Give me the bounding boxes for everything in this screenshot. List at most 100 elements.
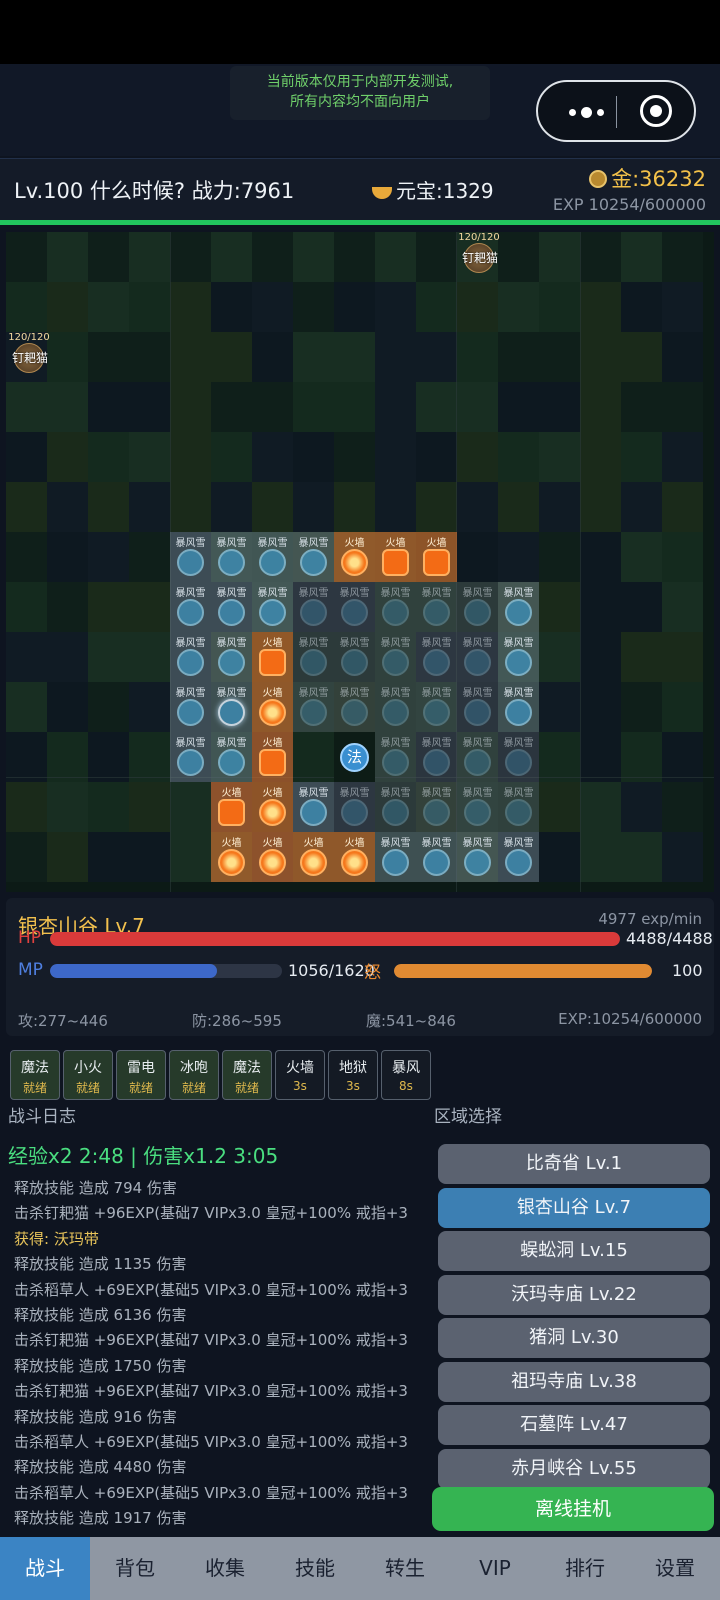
skill-name: 魔法: [21, 1060, 49, 1076]
tab-item[interactable]: 设置: [630, 1537, 720, 1600]
skill-slot[interactable]: 地狱 3s: [328, 1050, 378, 1100]
zone-button[interactable]: 蜈蚣洞 Lv.15: [438, 1231, 710, 1271]
skill-slot[interactable]: 火墙 3s: [275, 1050, 325, 1100]
enemy-unit[interactable]: 120/120 钉耙猫: [456, 232, 502, 273]
snowflake-icon: [464, 749, 491, 776]
snowflake-icon: [382, 799, 409, 826]
effect-label: 暴风雪: [503, 638, 534, 649]
grid-cell: [252, 482, 293, 532]
skill-status: 就绪: [75, 1081, 100, 1095]
zone-button[interactable]: 石墓阵 Lv.47: [438, 1405, 710, 1445]
grid-cell: [129, 732, 170, 782]
grid-cell: [539, 432, 580, 482]
effect-label: 暴风雪: [380, 638, 411, 649]
snowflake-icon: [218, 649, 245, 676]
blizzard-effect: 暴风雪: [252, 582, 293, 632]
skill-name: 雷电: [127, 1060, 155, 1076]
effect-label: 暴风雪: [462, 738, 493, 749]
snowflake-icon: [341, 699, 368, 726]
grid-cell: [457, 432, 498, 482]
zone-button[interactable]: 祖玛寺庙 Lv.38: [438, 1361, 710, 1402]
log-line: 释放技能 造成 916 伤害: [14, 1407, 177, 1426]
grid-cell: [539, 682, 580, 732]
snowflake-icon: [505, 799, 532, 826]
tab-item[interactable]: 转生: [360, 1537, 450, 1600]
grid-cell: [334, 382, 375, 432]
grid-cell: [170, 432, 211, 482]
snowflake-icon: [382, 849, 409, 876]
blizzard-effect: 暴风雪: [170, 632, 211, 682]
grid-cell: [621, 382, 662, 432]
tab-item[interactable]: 技能: [270, 1537, 360, 1600]
more-icon[interactable]: [556, 98, 616, 126]
tab-item[interactable]: VIP: [450, 1537, 540, 1600]
grid-cell: [47, 782, 88, 832]
grid-cell: [662, 732, 703, 782]
enemy-unit[interactable]: 120/120 钉耙猫: [6, 332, 52, 373]
grid-cell: [416, 332, 457, 382]
tab-item[interactable]: 战斗: [0, 1537, 90, 1600]
skill-slot[interactable]: 雷电 就绪: [116, 1050, 166, 1100]
log-line: 击杀稻草人 +69EXP(基础5 VIPx3.0 皇冠+100% 戒指+3: [14, 1483, 408, 1502]
grid-line: [580, 232, 581, 892]
snowflake-icon: [300, 649, 327, 676]
effect-label: 暴风雪: [216, 638, 247, 649]
grid-cell: [47, 382, 88, 432]
snowflake-icon: [423, 799, 450, 826]
snowflake-icon: [505, 699, 532, 726]
grid-cell: [375, 232, 416, 282]
effect-label: 火墙: [221, 838, 242, 849]
blizzard-effect: 暴风雪: [375, 782, 416, 832]
skill-slot[interactable]: 小火 就绪: [63, 1050, 113, 1100]
grid-cell: [129, 432, 170, 482]
grid-cell: [6, 232, 47, 282]
rage-label: 怒: [364, 963, 381, 983]
grid-cell: [580, 582, 621, 632]
grid-cell: [170, 382, 211, 432]
grid-cell: [47, 682, 88, 732]
log-line: 击杀稻草人 +69EXP(基础5 VIPx3.0 皇冠+100% 戒指+3: [14, 1280, 408, 1299]
offline-idle-button[interactable]: 离线挂机: [432, 1487, 714, 1531]
zone-button[interactable]: 猪洞 Lv.30: [438, 1318, 710, 1358]
grid-cell: [47, 232, 88, 282]
log-line: 释放技能 造成 1750 伤害: [14, 1356, 187, 1375]
hp-bar-fill: [50, 932, 620, 946]
zone-button[interactable]: 赤月峡谷 Lv.55: [438, 1448, 710, 1489]
grid-cell: [88, 732, 129, 782]
zone-button[interactable]: 沃玛寺庙 Lv.22: [438, 1274, 710, 1315]
skill-slot[interactable]: 魔法 就绪: [10, 1050, 60, 1100]
zone-button[interactable]: 银杏山谷 Lv.7: [438, 1187, 710, 1228]
battlefield-grid[interactable]: 120/120 钉耙猫 120/120 钉耙猫 暴风雪 暴风雪 暴风雪 暴风雪 火墙 火墙 火墙 暴风…: [6, 232, 714, 892]
exp-progress-text: EXP 10254/600000: [552, 195, 706, 214]
grid-cell: [252, 432, 293, 482]
blizzard-effect: 暴风雪: [211, 732, 252, 782]
enemy-hp: 120/120: [8, 332, 50, 343]
effect-label: 暴风雪: [503, 788, 534, 799]
blizzard-effect: 暴风雪: [457, 632, 498, 682]
fire-wall-effect: 火墙: [252, 732, 293, 782]
tab-item[interactable]: 背包: [90, 1537, 180, 1600]
tab-item[interactable]: 收集: [180, 1537, 270, 1600]
dev-notice-line2: 所有内容均不面向用户: [290, 94, 430, 110]
player-mage[interactable]: 法: [334, 732, 375, 782]
grid-cell: [129, 832, 170, 882]
grid-cell: [6, 532, 47, 582]
grid-cell: [580, 232, 621, 282]
grid-cell: [211, 332, 252, 382]
skill-slot[interactable]: 魔法 就绪: [222, 1050, 272, 1100]
battle-log[interactable]: 释放技能 造成 794 伤害 击杀钉耙猫 +96EXP(基础7 VIPx3.0 皇…: [14, 1176, 426, 1536]
grid-cell: [6, 632, 47, 682]
grid-cell: [334, 482, 375, 532]
skill-slot[interactable]: 暴风 8s: [381, 1050, 431, 1100]
mp-bar-fill: [50, 964, 218, 978]
skill-slot[interactable]: 冰咆 就绪: [169, 1050, 219, 1100]
blizzard-effect: 暴风雪: [293, 632, 334, 682]
zone-button[interactable]: 比奇省 Lv.1: [438, 1144, 710, 1184]
grid-cell: [539, 232, 580, 282]
fire-wall-effect: 火墙: [211, 832, 252, 882]
blizzard-effect: 暴风雪: [211, 532, 252, 582]
tab-item[interactable]: 排行: [540, 1537, 630, 1600]
close-target-icon[interactable]: [640, 95, 672, 127]
blizzard-effect: 暴风雪: [211, 632, 252, 682]
grid-cell: [88, 682, 129, 732]
